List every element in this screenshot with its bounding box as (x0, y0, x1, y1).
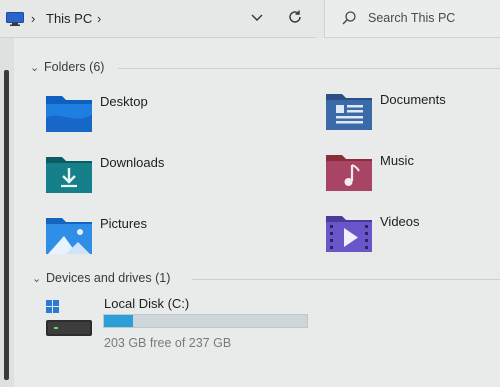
hard-drive-windows-icon (46, 300, 92, 336)
chevron-down-icon: ⌄ (30, 62, 40, 74)
breadcrumb-this-pc[interactable]: This PC (46, 11, 92, 26)
drives-group-title: Devices and drives (1) (46, 271, 171, 285)
computer-monitor-icon (6, 12, 24, 26)
downloads-folder-icon (46, 157, 92, 193)
drive-label: Local Disk (C:) (104, 296, 190, 311)
folder-label: Desktop (100, 94, 148, 109)
folder-videos[interactable]: Videos (324, 212, 500, 268)
breadcrumb-chevron[interactable]: › (97, 11, 101, 26)
search-icon (342, 11, 356, 25)
address-bar[interactable]: › This PC › (0, 0, 316, 38)
drive-usage-fill (104, 315, 134, 327)
group-divider (192, 279, 500, 280)
navigation-pane-edge (0, 38, 14, 387)
toolbar: › This PC › Search This PC (0, 0, 500, 38)
breadcrumb-root-chevron[interactable]: › (31, 11, 35, 26)
refresh-icon[interactable] (286, 8, 304, 26)
videos-folder-icon (326, 216, 372, 252)
chevron-down-icon: ⌄ (32, 273, 42, 285)
pictures-folder-icon (46, 218, 92, 254)
folder-label: Downloads (100, 155, 165, 170)
address-history-chevron-down-icon[interactable] (248, 8, 266, 26)
folder-label: Music (380, 153, 414, 168)
drive-free-space: 203 GB free of 237 GB (104, 336, 232, 350)
drive-local-disk-c[interactable]: Local Disk (C:) 203 GB free of 237 GB (44, 296, 324, 356)
scrollbar-thumb[interactable] (4, 70, 9, 380)
folders-group-header[interactable]: ⌄ Folders (6) (30, 60, 500, 78)
group-divider (118, 68, 500, 69)
folder-downloads[interactable]: Downloads (44, 153, 244, 209)
folder-pictures[interactable]: Pictures (44, 214, 244, 270)
folder-documents[interactable]: Documents (324, 90, 500, 146)
folder-music[interactable]: Music (324, 151, 500, 207)
folders-group-title: Folders (6) (44, 60, 105, 74)
drive-usage-bar (103, 314, 308, 328)
music-folder-icon (326, 155, 372, 191)
folder-label: Pictures (100, 216, 147, 231)
folder-label: Documents (380, 92, 446, 107)
search-placeholder: Search This PC (368, 11, 456, 25)
documents-folder-icon (326, 94, 372, 130)
search-input[interactable]: Search This PC (324, 0, 500, 38)
folder-label: Videos (380, 214, 420, 229)
drives-group-header[interactable]: ⌄ Devices and drives (1) (32, 271, 500, 289)
folder-desktop[interactable]: Desktop (44, 92, 244, 148)
desktop-folder-icon (46, 96, 92, 132)
